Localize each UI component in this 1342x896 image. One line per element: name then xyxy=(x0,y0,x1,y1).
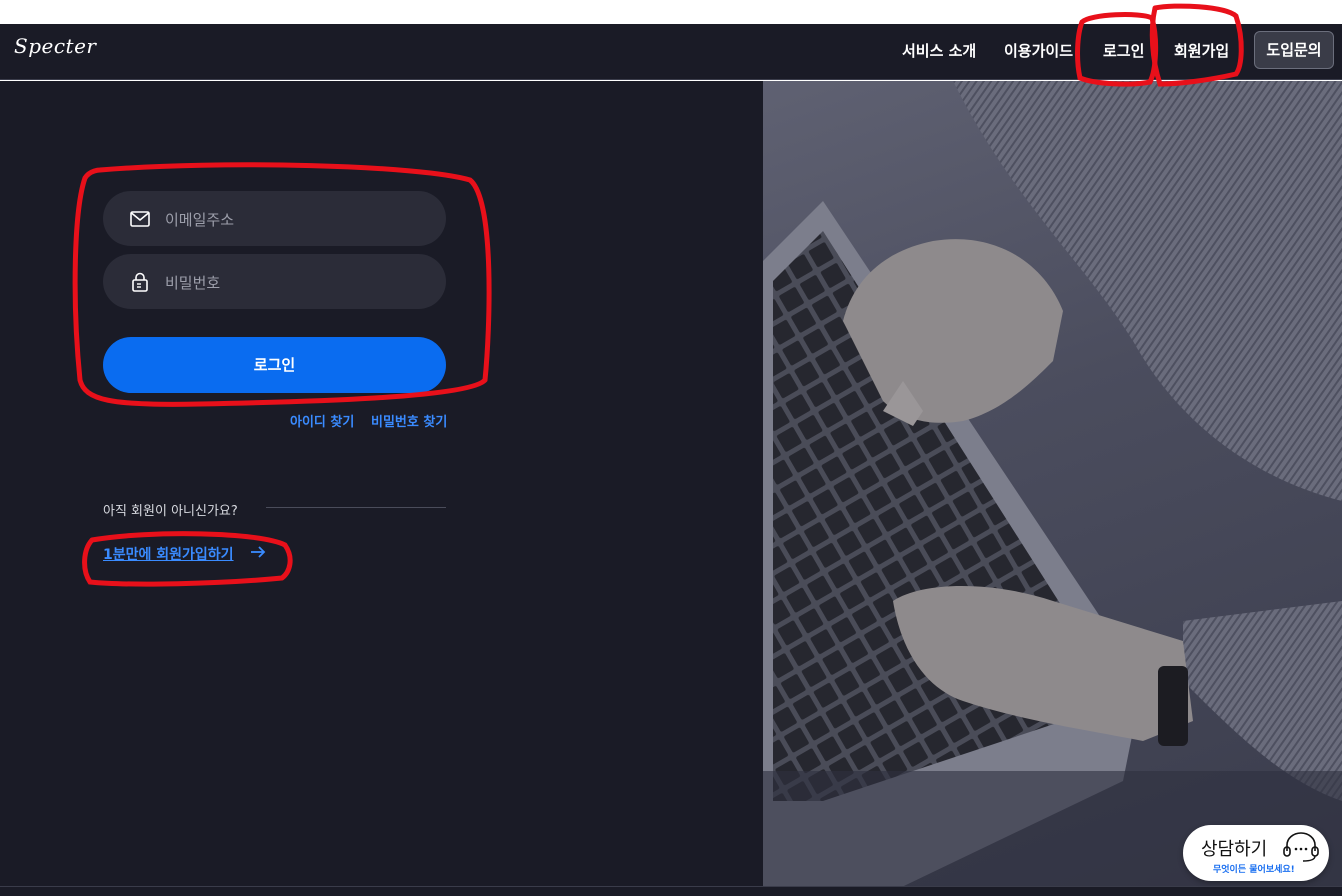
top-navbar: Specter 서비스 소개 이용가이드 로그인 회원가입 도입문의 xyxy=(0,24,1342,80)
password-field[interactable] xyxy=(103,254,446,311)
footer-edge xyxy=(0,886,1342,896)
email-input[interactable] xyxy=(163,191,427,248)
login-button[interactable]: 로그인 xyxy=(103,337,446,393)
find-id-link[interactable]: 아이디 찾기 xyxy=(290,411,354,430)
password-input[interactable] xyxy=(163,254,427,311)
mail-icon xyxy=(130,211,150,227)
email-field[interactable] xyxy=(103,191,446,248)
chat-title: 상담하기 xyxy=(1201,839,1268,860)
laptop-hands-illustration xyxy=(763,81,1342,896)
chat-consult-widget[interactable]: 상담하기 무엇이든 물어보세요! xyxy=(1183,825,1329,881)
chat-subtitle: 무엇이든 물어보세요! xyxy=(1213,865,1295,875)
browser-top-strip xyxy=(0,0,1342,24)
nav-service-intro[interactable]: 서비스 소개 xyxy=(902,40,976,61)
signup-question: 아직 회원이 아니신가요? xyxy=(103,504,238,519)
nav-login[interactable]: 로그인 xyxy=(1103,40,1144,61)
divider-line xyxy=(266,507,446,508)
headset-icon xyxy=(1283,832,1319,862)
signup-link[interactable]: 1분만에 회원가입하기 xyxy=(103,544,234,564)
nav-signup[interactable]: 회원가입 xyxy=(1174,40,1229,61)
brand-logo[interactable]: Specter xyxy=(14,34,96,58)
contact-button[interactable]: 도입문의 xyxy=(1254,31,1334,69)
arrow-right-icon[interactable] xyxy=(249,543,267,561)
hero-photo xyxy=(763,81,1342,896)
find-password-link[interactable]: 비밀번호 찾기 xyxy=(371,411,447,430)
nav-usage-guide[interactable]: 이용가이드 xyxy=(1004,40,1073,61)
lock-icon xyxy=(132,272,148,292)
